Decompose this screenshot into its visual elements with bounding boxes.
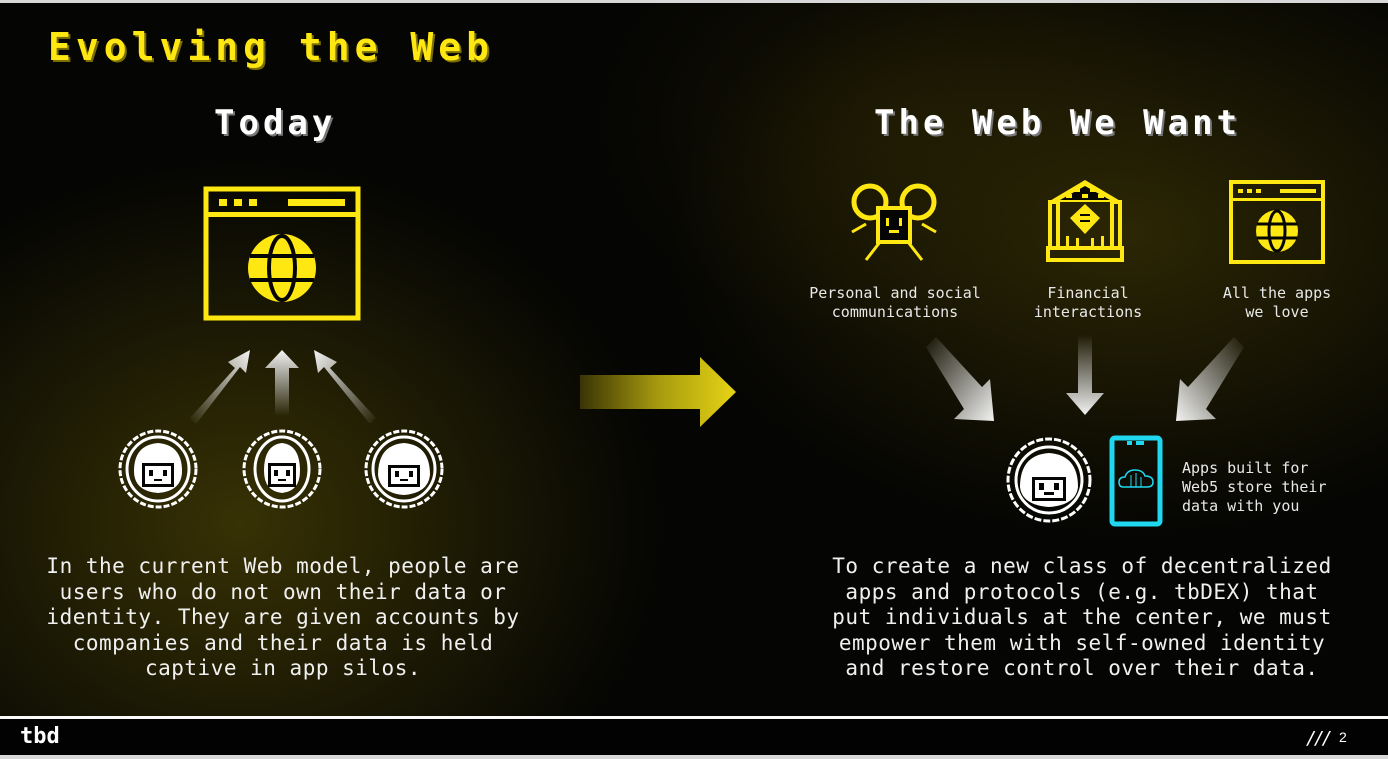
item-label-financial: Financial interactions: [1033, 284, 1143, 321]
arrow-up-left-icon: [314, 350, 376, 423]
user-avatar-icon: [1006, 437, 1092, 523]
want-heading: The Web We Want: [874, 103, 1242, 143]
arrow-down-left-icon: [1176, 337, 1244, 421]
web5-callout: Apps built for Web5 store their data wit…: [1182, 459, 1327, 515]
arrow-right-icon: [580, 357, 736, 427]
arrows-up-group: [190, 350, 376, 423]
browser-globe-icon: [203, 186, 361, 321]
footer: tbd /// 2: [0, 719, 1388, 755]
arrows-down-group: [926, 335, 1244, 421]
user-avatar-icon: [364, 429, 444, 509]
item-label-apps: All the apps we love: [1222, 284, 1332, 321]
arrow-down-right-icon: [926, 337, 994, 421]
arrow-up-icon: [265, 350, 299, 416]
tbd-logo: tbd: [20, 724, 60, 749]
page-separator-icon: ///: [1306, 728, 1332, 749]
phone-cloud-icon: [1109, 435, 1163, 527]
slide: Evolving the Web Today The Web We Want I…: [0, 3, 1388, 716]
want-description: To create a new class of decentralized a…: [832, 554, 1332, 680]
today-description: In the current Web model, people are use…: [46, 554, 520, 680]
item-label-personal: Personal and social communications: [809, 284, 981, 321]
user-avatar-icon: [242, 429, 322, 509]
slide-title: Evolving the Web: [48, 25, 495, 69]
people-group-icon: [851, 183, 937, 261]
bank-icon: [1046, 180, 1124, 262]
arrow-up-right-icon: [190, 350, 250, 423]
page-number: 2: [1339, 729, 1347, 745]
arrow-down-icon: [1066, 335, 1104, 415]
today-heading: Today: [214, 103, 337, 143]
user-avatar-icon: [118, 429, 198, 509]
browser-globe-icon: [1229, 180, 1325, 264]
